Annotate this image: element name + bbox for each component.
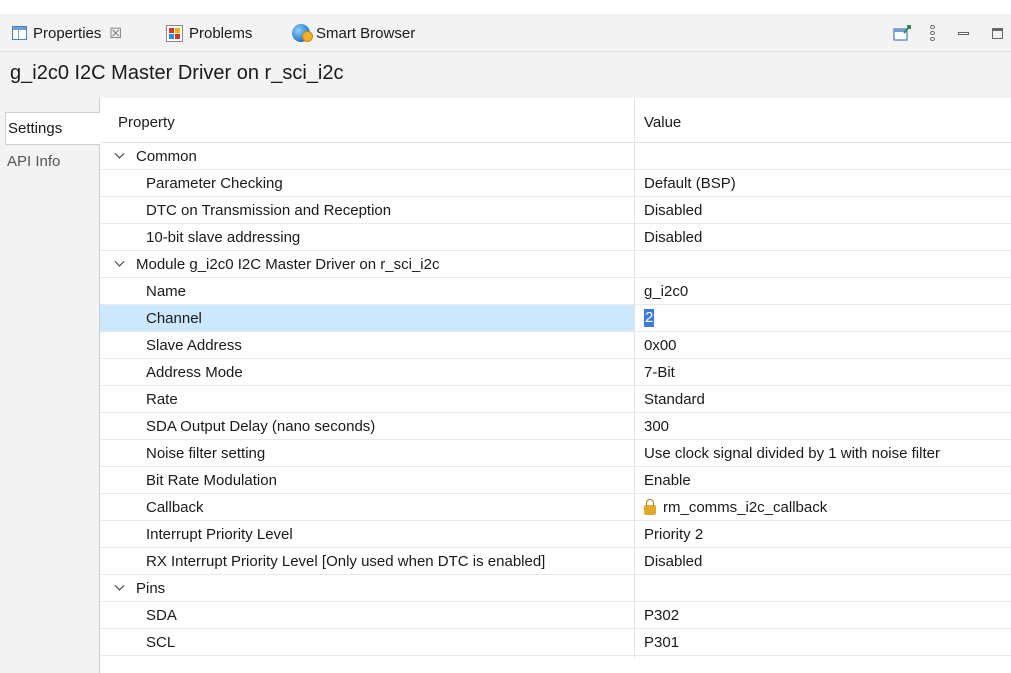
- property-value[interactable]: 300: [635, 413, 1011, 439]
- property-value[interactable]: Disabled: [635, 224, 1011, 250]
- smart-browser-icon: [292, 24, 313, 42]
- channel-value-input[interactable]: 2: [644, 309, 655, 327]
- side-tab-strip: Settings API Info: [0, 98, 101, 673]
- tab-properties[interactable]: Properties ☒: [12, 14, 122, 52]
- table-row[interactable]: Callback rm_comms_i2c_callback: [100, 494, 1011, 521]
- group-label: Module g_i2c0 I2C Master Driver on r_sci…: [136, 255, 440, 273]
- chevron-down-icon[interactable]: [116, 581, 132, 595]
- table-row[interactable]: SDA Output Delay (nano seconds) 300: [100, 413, 1011, 440]
- property-name: RX Interrupt Priority Level [Only used w…: [146, 552, 546, 570]
- table-row[interactable]: Interrupt Priority Level Priority 2: [100, 521, 1011, 548]
- minimize-icon[interactable]: [956, 24, 970, 42]
- property-name: Parameter Checking: [146, 174, 283, 192]
- property-name: 10-bit slave addressing: [146, 228, 301, 246]
- property-table: Property Value Common Parameter Checking…: [100, 98, 1011, 673]
- tab-smart-browser-label: Smart Browser: [316, 24, 416, 42]
- table-row[interactable]: Parameter Checking Default (BSP): [100, 170, 1011, 197]
- side-tab-api-info[interactable]: API Info: [5, 145, 99, 178]
- table-body: Common Parameter Checking Default (BSP) …: [100, 143, 1011, 656]
- property-name: Interrupt Priority Level: [146, 525, 293, 543]
- properties-view: Properties ☒ Problems Smart Browser g_i2…: [0, 0, 1011, 673]
- property-value-editor[interactable]: 2: [635, 305, 1011, 331]
- property-value[interactable]: Standard: [635, 386, 1011, 412]
- property-name: Callback: [146, 498, 204, 516]
- property-name: Rate: [146, 390, 178, 408]
- property-name: Channel: [100, 305, 634, 331]
- problems-view-icon: [166, 24, 183, 42]
- property-value[interactable]: Priority 2: [635, 521, 1011, 547]
- group-label: Common: [136, 147, 197, 165]
- view-menu-icon[interactable]: [926, 24, 938, 42]
- column-header-value[interactable]: Value: [644, 114, 681, 131]
- table-row[interactable]: DTC on Transmission and Reception Disabl…: [100, 197, 1011, 224]
- title-bar: g_i2c0 I2C Master Driver on r_sci_i2c: [0, 52, 1011, 98]
- property-name: SDA: [146, 606, 177, 624]
- pin-editor-icon[interactable]: [892, 24, 914, 42]
- property-value[interactable]: P301: [635, 629, 1011, 655]
- column-header-property[interactable]: Property: [118, 114, 175, 131]
- tab-problems[interactable]: Problems: [166, 14, 252, 52]
- property-value[interactable]: Disabled: [635, 197, 1011, 223]
- table-row[interactable]: Rate Standard: [100, 386, 1011, 413]
- table-row[interactable]: RX Interrupt Priority Level [Only used w…: [100, 548, 1011, 575]
- table-row[interactable]: Bit Rate Modulation Enable: [100, 467, 1011, 494]
- group-row-pins[interactable]: Pins: [100, 575, 1011, 602]
- property-value[interactable]: P302: [635, 602, 1011, 628]
- property-value[interactable]: Enable: [635, 467, 1011, 493]
- properties-view-icon: [12, 26, 27, 40]
- table-row[interactable]: Slave Address 0x00: [100, 332, 1011, 359]
- side-tab-settings[interactable]: Settings: [5, 112, 101, 145]
- property-name: Bit Rate Modulation: [146, 471, 277, 489]
- property-name: Slave Address: [146, 336, 242, 354]
- property-value[interactable]: Default (BSP): [635, 170, 1011, 196]
- table-row[interactable]: Address Mode 7-Bit: [100, 359, 1011, 386]
- table-header: Property Value: [100, 98, 1011, 143]
- group-row-module[interactable]: Module g_i2c0 I2C Master Driver on r_sci…: [100, 251, 1011, 278]
- lock-icon: [644, 498, 656, 515]
- view-tab-bar: Properties ☒ Problems Smart Browser: [0, 14, 1011, 52]
- property-name: SDA Output Delay (nano seconds): [146, 417, 376, 435]
- table-row[interactable]: Name g_i2c0: [100, 278, 1011, 305]
- table-row-selected[interactable]: Channel 2: [100, 305, 1011, 332]
- table-row[interactable]: SDA P302: [100, 602, 1011, 629]
- property-value[interactable]: 7-Bit: [635, 359, 1011, 385]
- tab-smart-browser[interactable]: Smart Browser: [292, 14, 415, 52]
- callback-value: rm_comms_i2c_callback: [663, 498, 828, 516]
- table-row[interactable]: SCL P301: [100, 629, 1011, 656]
- property-name: Noise filter setting: [146, 444, 266, 462]
- group-label: Pins: [136, 579, 166, 597]
- table-row[interactable]: 10-bit slave addressing Disabled: [100, 224, 1011, 251]
- property-value[interactable]: g_i2c0: [635, 278, 1011, 304]
- property-name: SCL: [146, 633, 176, 651]
- page-title: g_i2c0 I2C Master Driver on r_sci_i2c: [10, 62, 344, 84]
- property-name: DTC on Transmission and Reception: [146, 201, 392, 219]
- property-name: Name: [146, 282, 187, 300]
- chevron-down-icon[interactable]: [116, 257, 132, 271]
- property-value[interactable]: Disabled: [635, 548, 1011, 574]
- tab-properties-label: Properties: [33, 24, 102, 42]
- property-value[interactable]: 0x00: [635, 332, 1011, 358]
- tab-problems-label: Problems: [189, 24, 253, 42]
- table-row[interactable]: Noise filter setting Use clock signal di…: [100, 440, 1011, 467]
- property-name: Address Mode: [146, 363, 243, 381]
- chevron-down-icon[interactable]: [116, 149, 132, 163]
- property-value-callback[interactable]: rm_comms_i2c_callback: [635, 494, 1011, 520]
- maximize-icon[interactable]: [990, 24, 1004, 42]
- group-row-common[interactable]: Common: [100, 143, 1011, 170]
- property-value[interactable]: Use clock signal divided by 1 with noise…: [635, 440, 1011, 466]
- close-icon[interactable]: ☒: [109, 25, 122, 42]
